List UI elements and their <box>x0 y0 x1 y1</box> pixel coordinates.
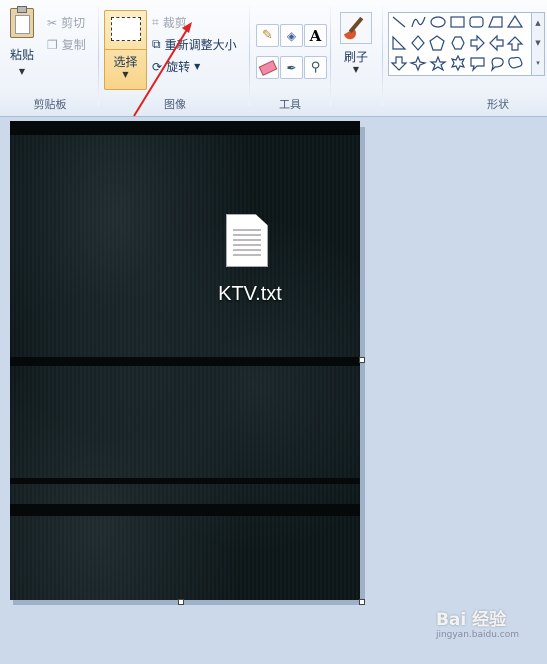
crop-label: 裁剪 <box>162 16 187 30</box>
paste-button[interactable]: 粘贴 ▼ <box>6 6 38 90</box>
paste-label: 粘贴 <box>9 48 34 62</box>
resize-button[interactable]: ⧉ 重新调整大小 <box>152 36 237 53</box>
four-point-star-shape[interactable] <box>408 55 428 72</box>
text-icon: A <box>309 26 322 45</box>
resize-handle-bottom[interactable] <box>178 599 184 605</box>
magnifier-tool[interactable]: ⚲ <box>304 56 327 79</box>
callout-oval-shape[interactable] <box>490 57 504 72</box>
more-icon[interactable]: ▾ <box>532 53 544 73</box>
scroll-up-icon[interactable]: ▲ <box>532 13 544 33</box>
color-picker-tool[interactable]: ✒ <box>280 56 303 79</box>
chevron-down-icon: ▼ <box>194 62 201 71</box>
chevron-down-icon: ▼ <box>122 70 129 79</box>
paint-bucket-icon: ◈ <box>286 28 297 43</box>
resize-handle-right[interactable] <box>359 357 365 363</box>
eyedropper-icon: ✒ <box>286 60 297 75</box>
pencil-tool[interactable]: ✎ <box>256 24 279 47</box>
brush-icon <box>340 12 372 44</box>
eraser-tool[interactable] <box>256 56 279 79</box>
separator <box>98 6 99 106</box>
line-shape[interactable] <box>392 16 406 28</box>
select-button[interactable]: 选择 ▼ <box>104 10 147 90</box>
dark-band <box>10 121 360 135</box>
dark-band <box>10 504 360 516</box>
chevron-down-icon: ▼ <box>18 67 26 76</box>
curve-shape[interactable] <box>411 16 426 28</box>
resize-handle-corner[interactable] <box>359 599 365 605</box>
cut-button[interactable]: ✂ 剪切 <box>47 14 85 31</box>
rotate-button[interactable]: ⟳ 旋转 ▼ <box>152 58 200 75</box>
resize-icon: ⧉ <box>152 37 161 51</box>
separator <box>330 6 331 106</box>
clipboard-icon <box>10 6 34 38</box>
down-arrow-shape[interactable] <box>390 56 408 71</box>
right-triangle-shape[interactable] <box>392 35 407 50</box>
brushes-button[interactable]: 刷子 ▼ <box>338 12 374 82</box>
hexagon-shape[interactable] <box>451 36 465 50</box>
chevron-down-icon: ▼ <box>352 65 360 74</box>
text-file-icon <box>226 214 268 267</box>
rotate-label: 旋转 <box>166 60 191 74</box>
magnifier-icon: ⚲ <box>310 60 321 75</box>
left-arrow-shape[interactable] <box>489 34 504 52</box>
dark-band <box>10 478 360 484</box>
callout-rect-shape[interactable] <box>470 57 485 72</box>
diamond-shape[interactable] <box>411 35 425 51</box>
shapes-gallery <box>388 12 532 76</box>
crop-button[interactable]: ⌗ 裁剪 <box>152 14 187 31</box>
tools-group-label: 工具 <box>279 98 301 111</box>
pencil-icon: ✎ <box>262 28 273 43</box>
six-point-star-shape[interactable] <box>450 54 466 72</box>
scissors-icon: ✂ <box>47 15 58 30</box>
shapes-scrollbar[interactable]: ▲ ▼ ▾ <box>531 12 545 76</box>
copy-label: 复制 <box>61 38 86 52</box>
eraser-icon <box>258 59 277 76</box>
ribbon: 粘贴 ▼ ✂ 剪切 ❐ 复制 剪贴板 选择 ▼ ⌗ 裁剪 ⧉ 重新调整大小 ⟳ … <box>0 0 547 117</box>
five-point-star-shape[interactable] <box>429 55 447 72</box>
file-label: KTV.txt <box>218 283 282 305</box>
up-arrow-shape[interactable] <box>506 36 524 51</box>
select-label: 选择 <box>113 55 138 69</box>
selection-icon <box>110 17 141 41</box>
separator <box>249 6 250 106</box>
cloud-callout-shape[interactable] <box>508 56 523 69</box>
triangle-shape[interactable] <box>506 14 524 28</box>
watermark-url: jingyan.baidu.com <box>435 630 519 640</box>
copy-icon: ❐ <box>47 37 58 52</box>
clipboard-group-label: 剪贴板 <box>33 98 67 111</box>
brushes-label: 刷子 <box>343 50 368 64</box>
separator <box>382 6 383 106</box>
rectangle-shape[interactable] <box>450 16 465 28</box>
crop-icon: ⌗ <box>152 15 159 29</box>
text-tool[interactable]: A <box>304 24 327 47</box>
resize-label: 重新调整大小 <box>164 38 237 52</box>
watermark-brand: Bai 经验 <box>435 610 507 630</box>
oval-shape[interactable] <box>430 16 446 28</box>
shapes-group-label: 形状 <box>487 98 509 111</box>
pentagon-shape[interactable] <box>429 35 445 51</box>
shapes-svg <box>390 14 524 72</box>
rounded-rectangle-shape[interactable] <box>469 16 484 28</box>
right-arrow-shape[interactable] <box>470 34 485 52</box>
canvas-image[interactable]: KTV.txt <box>10 121 360 600</box>
copy-button[interactable]: ❐ 复制 <box>47 36 86 53</box>
polygon-shape[interactable] <box>488 16 503 28</box>
image-group-label: 图像 <box>164 98 186 111</box>
rotate-icon: ⟳ <box>152 59 163 74</box>
cut-label: 剪切 <box>61 16 86 30</box>
fill-tool[interactable]: ◈ <box>280 24 303 47</box>
scroll-down-icon[interactable]: ▼ <box>532 33 544 53</box>
watermark: Bai 经验 jingyan.baidu.com <box>436 605 519 640</box>
dark-band <box>10 357 360 366</box>
